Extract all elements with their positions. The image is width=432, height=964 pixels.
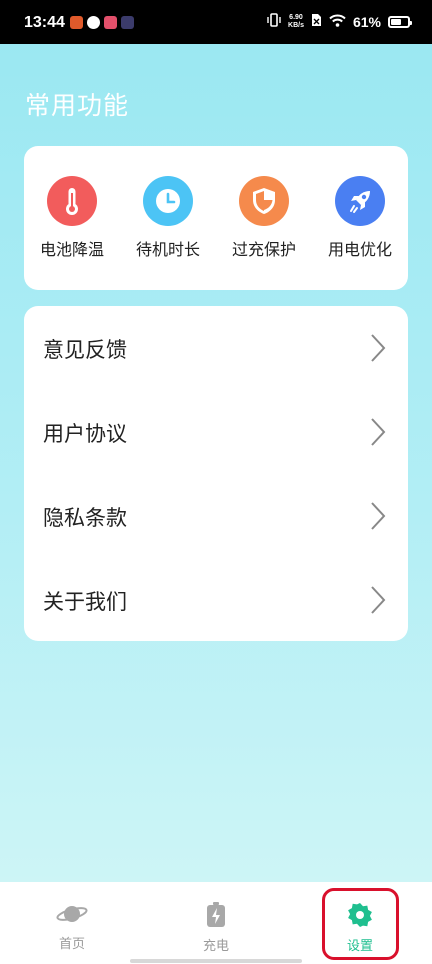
- no-sim-icon: [311, 13, 322, 30]
- app-content: 常用功能 电池降温 待机时长 过充保护 用电优化 意见反馈 用户协议 隐私条款 …: [0, 44, 432, 882]
- battery-icon: [388, 15, 412, 28]
- wifi-icon: [329, 14, 346, 30]
- clock-icon: [143, 176, 193, 226]
- status-bar: 13:44 6.90 KB/s 61%: [0, 0, 432, 44]
- function-label: 电池降温: [39, 240, 104, 259]
- network-speed-unit: KB/s: [288, 21, 304, 29]
- notification-app-icon: [70, 16, 83, 29]
- notification-app-icon: [87, 16, 100, 29]
- function-label: 用电优化: [327, 240, 392, 259]
- bottom-nav: 首页 充电 设置: [0, 882, 432, 964]
- battery-percent: 61%: [352, 13, 381, 30]
- rocket-icon: [335, 176, 385, 226]
- shield-icon: [239, 176, 289, 226]
- nav-tab-label: 充电: [202, 939, 229, 954]
- menu-card: 意见反馈 用户协议 隐私条款 关于我们: [24, 306, 408, 641]
- functions-card: 电池降温 待机时长 过充保护 用电优化: [24, 146, 408, 290]
- notification-app-icon: [104, 16, 117, 29]
- thermometer-icon: [47, 176, 97, 226]
- menu-item-label: 用户协议: [43, 422, 127, 446]
- function-label: 待机时长: [135, 240, 200, 259]
- menu-item-privacy-policy[interactable]: 隐私条款: [24, 474, 408, 558]
- section-title: 常用功能: [25, 91, 130, 120]
- menu-item-feedback[interactable]: 意见反馈: [24, 306, 408, 390]
- menu-item-label: 关于我们: [43, 590, 127, 614]
- chevron-right-icon: [370, 333, 386, 367]
- planet-icon: [56, 906, 88, 930]
- function-battery-cooling[interactable]: 电池降温: [24, 176, 120, 260]
- nav-tab-label: 首页: [58, 937, 85, 952]
- notification-play-icon: [121, 16, 134, 29]
- nav-tab-home[interactable]: 首页: [32, 902, 112, 952]
- battery-charge-icon: [206, 902, 226, 932]
- chevron-right-icon: [370, 501, 386, 535]
- function-label: 过充保护: [231, 240, 296, 259]
- menu-item-label: 隐私条款: [43, 506, 127, 530]
- network-speed-value: 6.90: [289, 13, 303, 21]
- status-time: 13:44: [24, 14, 65, 31]
- function-power-optimization[interactable]: 用电优化: [312, 176, 408, 260]
- function-standby-time[interactable]: 待机时长: [120, 176, 216, 260]
- vibrate-icon: [267, 13, 281, 30]
- selection-highlight-box: [322, 888, 399, 960]
- menu-item-about-us[interactable]: 关于我们: [24, 558, 408, 642]
- nav-tab-charge[interactable]: 充电: [176, 902, 256, 954]
- function-overcharge-protection[interactable]: 过充保护: [216, 176, 312, 260]
- chevron-right-icon: [370, 585, 386, 619]
- network-speed: 6.90 KB/s: [288, 14, 304, 30]
- chevron-right-icon: [370, 417, 386, 451]
- home-indicator: [130, 959, 302, 963]
- menu-item-user-agreement[interactable]: 用户协议: [24, 390, 408, 474]
- menu-item-label: 意见反馈: [43, 338, 127, 362]
